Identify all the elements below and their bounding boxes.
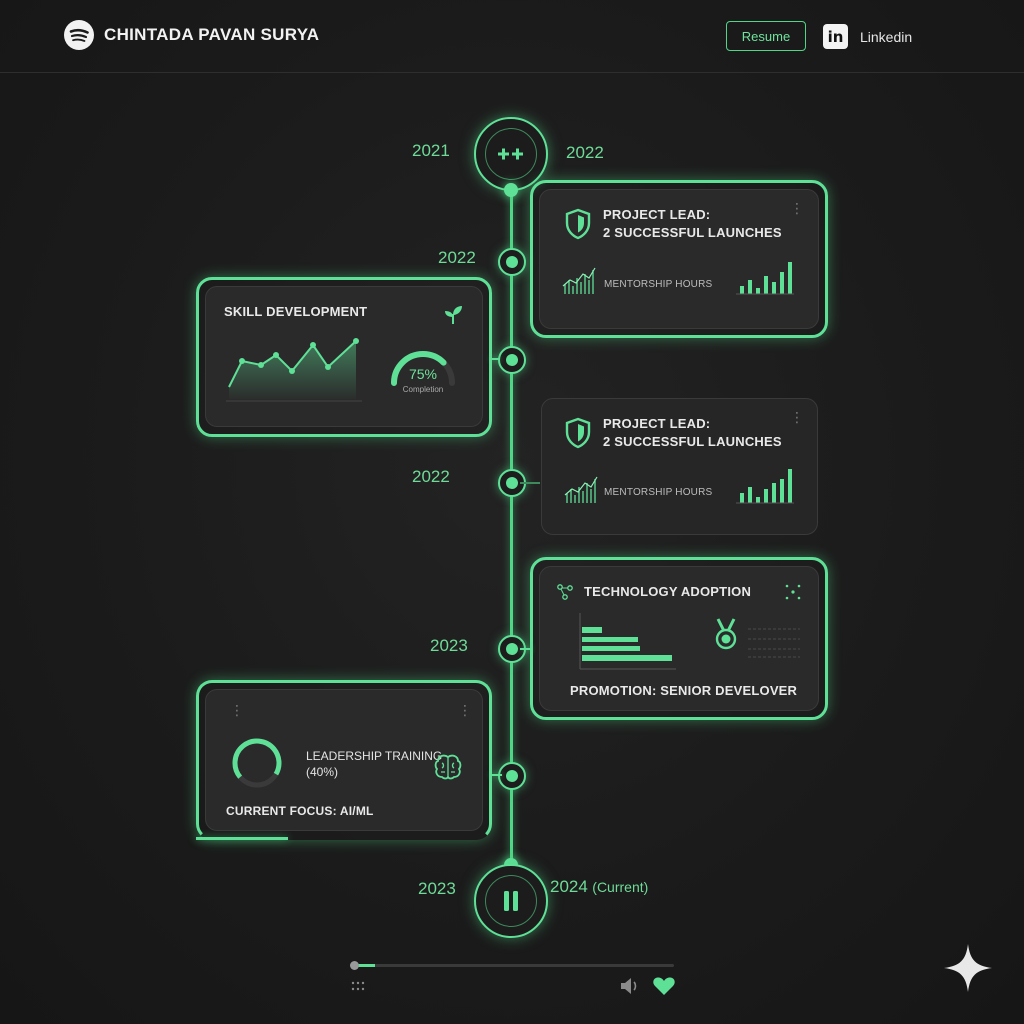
spotify-logo-icon — [64, 20, 94, 50]
card-title: PROJECT LEAD: 2 SUCCESSFUL LAUNCHES — [603, 416, 782, 449]
card-connector — [520, 648, 532, 650]
card-title: PROJECT LEAD: 2 SUCCESSFUL LAUNCHES — [603, 207, 782, 240]
project-lead-card[interactable]: PROJECT LEAD: 2 SUCCESSFUL LAUNCHES ⋮ ME… — [539, 189, 819, 329]
card-title: TECHNOLOGY ADOPTION — [584, 584, 752, 599]
mini-line-chart — [562, 267, 596, 294]
mini-line-chart — [564, 476, 598, 503]
card-connector — [520, 482, 540, 484]
linkedin-icon: in — [823, 24, 848, 49]
timeline-node[interactable] — [498, 762, 526, 790]
gauge-value: 75% — [408, 366, 438, 382]
year-label: 2022 — [438, 248, 476, 267]
shield-check-icon — [565, 417, 591, 449]
technology-adoption-card[interactable]: TECHNOLOGY ADOPTION PROMOTION: SENIOR DE… — [539, 566, 819, 711]
current-year-label: 2024 (Current) — [550, 877, 649, 896]
year-label: 2022 — [566, 143, 604, 162]
pause-icon — [504, 891, 518, 911]
leadership-progress-ring — [232, 738, 282, 788]
top-nav: CHINTADA PAVAN SURYA Resume in Linkedin — [0, 0, 1024, 73]
progress-track[interactable] — [350, 961, 674, 970]
sparkle-icon[interactable] — [942, 942, 994, 994]
legend-lines — [748, 628, 800, 658]
leadership-training-card[interactable]: ⋮ ⋮ LEADERSHIP TRAINING (40%) CURRENT FO… — [205, 689, 483, 831]
completion-gauge — [391, 351, 455, 386]
skill-development-card[interactable]: SKILL DEVELOPMENT 75% Completion — [205, 286, 483, 427]
expand-icon[interactable] — [784, 583, 802, 601]
plus-plus-icon — [498, 148, 523, 160]
resume-button[interactable]: Resume — [726, 21, 806, 51]
timeline-node[interactable] — [498, 248, 526, 276]
brand[interactable]: CHINTADA PAVAN SURYA — [64, 20, 319, 50]
adoption-bar-chart — [579, 613, 676, 670]
timeline-node[interactable] — [498, 346, 526, 374]
year-label: 2021 — [412, 141, 450, 160]
network-icon — [557, 584, 573, 600]
shield-check-icon — [565, 208, 591, 240]
frame-underline — [196, 837, 288, 840]
more-options-icon[interactable]: ⋮ — [458, 703, 472, 717]
grid-dots-icon[interactable] — [351, 980, 367, 992]
gauge-label: Completion — [402, 385, 444, 394]
promotion-text: PROMOTION: SENIOR DEVELOVER — [570, 683, 798, 698]
skill-line-chart — [226, 338, 362, 402]
year-label: 2023 — [430, 636, 468, 655]
current-focus-text: CURRENT FOCUS: AI/ML — [226, 804, 374, 818]
timeline-dot — [504, 183, 518, 197]
progress-knob[interactable] — [350, 961, 359, 970]
timeline-start-button[interactable] — [474, 117, 548, 191]
card-connector — [490, 358, 500, 360]
project-lead-card[interactable]: PROJECT LEAD: 2 SUCCESSFUL LAUNCHES ⋮ ME… — [541, 398, 818, 535]
site-owner-name: CHINTADA PAVAN SURYA — [104, 25, 320, 44]
more-options-icon[interactable]: ⋮ — [790, 201, 804, 215]
pause-button[interactable] — [474, 864, 548, 938]
linkedin-label: Linkedin — [860, 28, 913, 45]
brain-icon — [434, 754, 462, 780]
mentorship-bar-chart — [736, 469, 794, 504]
metric-label: MENTORSHIP HOURS — [604, 279, 713, 290]
more-options-icon[interactable]: ⋮ — [230, 703, 244, 717]
leadership-title: LEADERSHIP TRAINING (40%) — [306, 749, 443, 779]
mentorship-bar-chart — [736, 262, 794, 295]
more-options-icon[interactable]: ⋮ — [790, 410, 804, 424]
metric-label: MENTORSHIP HOURS — [604, 487, 713, 498]
volume-icon[interactable] — [619, 976, 641, 996]
linkedin-link[interactable]: in Linkedin — [823, 24, 912, 49]
medal-icon — [715, 618, 737, 650]
heart-icon[interactable] — [652, 975, 676, 997]
sprout-icon — [445, 306, 462, 324]
year-label: 2022 — [412, 467, 450, 486]
card-title: SKILL DEVELOPMENT — [224, 304, 368, 319]
year-label: 2023 — [418, 879, 456, 898]
card-connector — [490, 774, 502, 776]
